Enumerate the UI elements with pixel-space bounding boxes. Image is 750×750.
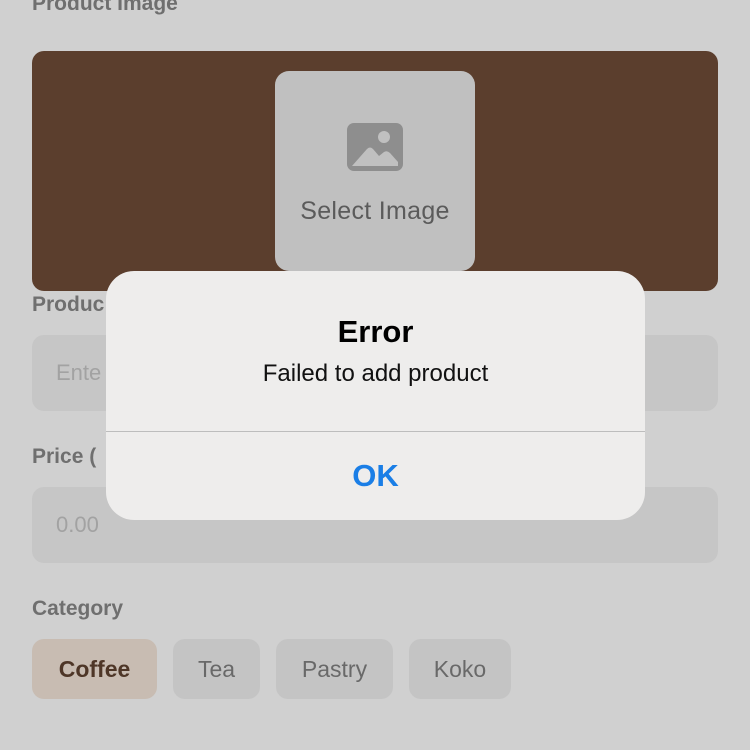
alert-title: Error [337,314,414,349]
photo-icon [347,123,403,171]
category-label: Category [32,597,124,620]
product-name-placeholder: Ente [56,360,102,385]
alert-message: Failed to add product [262,360,489,387]
product-image-label: Product Image [32,0,178,15]
category-chip-tea[interactable]: Tea [173,639,260,699]
product-name-label: Produc [32,293,105,316]
add-product-screen: Product Image Select Image Produc Ente P… [0,0,750,750]
category-chip-pastry[interactable]: Pastry [276,639,393,699]
category-chip-koko[interactable]: Koko [409,639,511,699]
ok-button[interactable]: OK [106,432,645,520]
price-label: Price ( [32,445,97,468]
price-placeholder: 0.00 [56,512,99,537]
category-chip-coffee[interactable]: Coffee [32,639,157,699]
select-image-label: Select Image [300,197,450,225]
error-alert-dialog: Error Failed to add product OK [106,271,645,520]
select-image-button[interactable]: Select Image [275,71,475,271]
